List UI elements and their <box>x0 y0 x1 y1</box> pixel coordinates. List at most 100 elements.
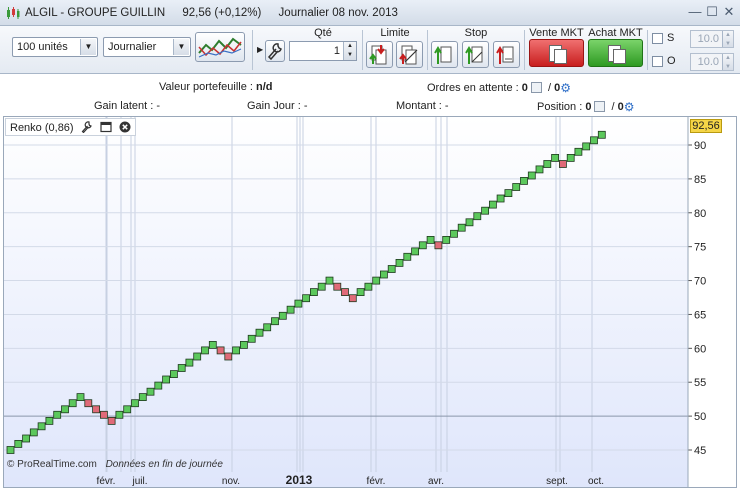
maximize-button[interactable]: ☐ <box>705 5 719 19</box>
renko-brick-up <box>457 223 466 232</box>
renko-brick-up <box>76 393 85 402</box>
y-tick-label: 65 <box>694 309 706 321</box>
period-value: Journalier <box>108 41 157 53</box>
order-list-icon[interactable] <box>530 82 542 93</box>
candlestick-icon <box>7 7 20 19</box>
portfolio-label: Valeur portefeuille : <box>159 81 257 93</box>
quantity-stepper[interactable]: ▲ ▼ <box>343 42 356 60</box>
limit-sell-button[interactable] <box>396 41 423 68</box>
window-title: ALGIL - GROUPE GUILLIN 92,56 (+0,12%) Jo… <box>25 7 412 19</box>
quantity-unit-select[interactable]: 100 unités ▼ <box>12 37 98 57</box>
renko-brick-down <box>333 282 342 291</box>
renko-brick-up <box>37 422 46 431</box>
x-tick-label: 2013 <box>286 473 313 487</box>
renko-brick-up <box>263 323 272 332</box>
play-icon[interactable]: ▶ <box>257 45 263 54</box>
position-list-icon[interactable] <box>594 101 606 112</box>
price-chart-panel[interactable]: 45 50 55 60 65 70 75 80 85 90 févr. juil. nov. 2013 f… <box>3 116 737 488</box>
chart-trend-icon <box>198 37 242 58</box>
watermark-text: © ProRealTime.com <box>7 459 97 470</box>
y-tick-label: 70 <box>694 276 706 288</box>
s-value-input[interactable]: 10.0 ▲ ▼ <box>690 30 734 48</box>
renko-brick-up <box>418 241 427 250</box>
s-checkbox[interactable] <box>652 33 663 44</box>
o-value-input[interactable]: 10.0 ▲ ▼ <box>690 53 734 71</box>
renko-brick-up <box>138 393 147 402</box>
renko-brick-up <box>115 410 124 419</box>
renko-brick-up <box>395 258 404 267</box>
quantity-input[interactable]: 1 ▲ ▼ <box>289 41 357 61</box>
renko-brick-up <box>14 439 23 448</box>
renko-brick-up <box>232 346 241 355</box>
renko-brick-up <box>387 265 396 273</box>
symbol-name: ALGIL - GROUPE GUILLIN <box>25 7 166 19</box>
y-tick-label: 85 <box>694 174 706 186</box>
renko-brick-up <box>177 364 186 372</box>
renko-brick-down <box>348 294 357 303</box>
limit-buy-button[interactable] <box>366 41 393 68</box>
renko-brick-up <box>582 142 591 151</box>
buy-market-button[interactable] <box>588 39 643 67</box>
minimize-button[interactable]: — <box>688 5 702 19</box>
o-checkbox[interactable] <box>652 56 663 67</box>
renko-brick-up <box>154 381 163 390</box>
gain-latent: Gain latent : - <box>94 100 161 112</box>
x-tick-label: oct. <box>588 476 604 487</box>
chart-indicator-button[interactable] <box>195 32 245 62</box>
wrench-icon[interactable] <box>81 121 93 133</box>
quantity-unit-value: 100 unités <box>17 41 68 53</box>
x-tick-label: sept. <box>546 476 568 487</box>
gain-jour: Gain Jour : - <box>247 100 308 112</box>
document-icon <box>613 49 626 64</box>
close-button[interactable]: ✕ <box>722 5 736 19</box>
renko-brick-down <box>100 410 108 419</box>
renko-brick-down <box>559 160 567 168</box>
close-icon[interactable] <box>119 121 131 133</box>
renko-chart[interactable]: 45 50 55 60 65 70 75 80 85 90 févr. juil. nov. 2013 f… <box>4 117 736 487</box>
period-select[interactable]: Journalier ▼ <box>103 37 191 57</box>
renko-brick-up <box>481 206 490 215</box>
renko-brick-up <box>379 270 388 279</box>
renko-brick-up <box>302 294 311 303</box>
renko-brick-down <box>92 405 100 414</box>
renko-brick-up <box>45 416 54 425</box>
s-label: S <box>667 32 675 44</box>
current-price: 92,56 (+0,12%) <box>182 7 262 19</box>
s-stepper[interactable]: ▲ ▼ <box>722 31 733 47</box>
toolbar-separator <box>524 30 525 70</box>
renko-brick-down <box>341 288 349 297</box>
renko-brick-up <box>426 236 435 244</box>
renko-brick-up <box>543 160 552 168</box>
buy-market-label: Achat MKT <box>588 27 643 39</box>
settings-button[interactable] <box>265 40 285 62</box>
trailing-stop-button[interactable] <box>493 41 520 68</box>
position-label: Position : <box>537 101 586 113</box>
portfolio-value-row: Valeur portefeuille : n/d <box>159 81 273 93</box>
renko-brick-up <box>551 154 559 162</box>
renko-brick-up <box>372 276 381 285</box>
stop-sell-button[interactable] <box>462 41 489 68</box>
gear-icon[interactable]: ⚙ <box>560 81 571 95</box>
last-price-label: 92,56 <box>690 119 722 133</box>
o-stepper[interactable]: ▲ ▼ <box>722 54 733 70</box>
orders-separator: / <box>544 82 555 94</box>
y-tick-label: 55 <box>694 377 706 389</box>
y-tick-label: 60 <box>694 343 706 355</box>
sell-market-button[interactable] <box>529 39 584 67</box>
stop-buy-button[interactable] <box>431 41 458 68</box>
renko-brick-down <box>224 352 233 361</box>
window-icon[interactable] <box>100 121 112 133</box>
gear-icon[interactable]: ⚙ <box>624 100 635 114</box>
stop-sell-icon <box>465 46 483 64</box>
watermark-note: Données en fin de journée <box>106 459 224 470</box>
renko-brick-up <box>61 405 69 414</box>
o-value: 10.0 <box>697 56 719 68</box>
renko-brick-up <box>488 200 497 209</box>
renko-brick-up <box>527 171 536 180</box>
indicator-tag[interactable]: Renko (0,86) <box>5 118 136 136</box>
renko-brick-up <box>496 194 505 203</box>
renko-brick-up <box>411 247 420 256</box>
renko-brick-up <box>286 305 295 314</box>
order-sell-icon <box>399 45 418 65</box>
pending-orders-row: Ordres en attente : 0 / 0⚙ <box>427 81 571 95</box>
